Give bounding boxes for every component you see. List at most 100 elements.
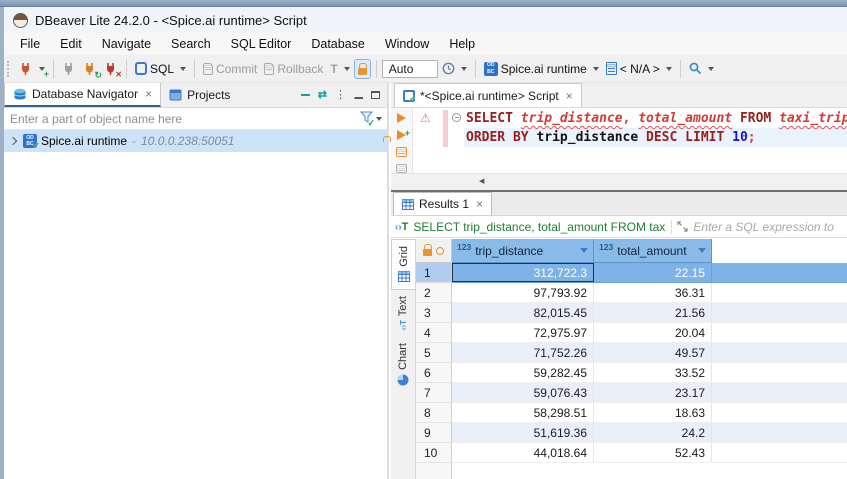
cell-total-amount[interactable]: 21.56 xyxy=(594,303,712,322)
execute-statement-button[interactable] xyxy=(397,113,406,123)
transaction-log-button[interactable]: T xyxy=(327,59,352,79)
cell-total-amount[interactable]: 18.63 xyxy=(594,403,712,422)
cell-trip-distance[interactable]: 51,619.36 xyxy=(452,423,594,442)
transaction-history-button[interactable] xyxy=(439,59,470,78)
menu-item-search[interactable]: Search xyxy=(161,34,221,54)
expand-filter-icon[interactable] xyxy=(677,221,688,232)
cell-trip-distance[interactable]: 82,015.45 xyxy=(452,303,594,322)
cell-trip-distance[interactable]: 97,793.92 xyxy=(452,283,594,302)
minimize-view-icon[interactable] xyxy=(354,92,363,99)
cell-trip-distance[interactable]: 71,752.26 xyxy=(452,343,594,362)
row-number-cell[interactable]: 4 xyxy=(416,323,452,343)
cell-trip-distance[interactable]: 59,282.45 xyxy=(452,363,594,382)
tree-item-connection[interactable]: OD BC Spice.ai runtime - 10.0.0.238:5005… xyxy=(4,130,387,152)
autocommit-toggle-button[interactable] xyxy=(354,59,371,79)
execute-new-tab-button[interactable]: + xyxy=(397,130,406,140)
plus-overlay-icon: + xyxy=(405,129,410,138)
folding-column xyxy=(450,108,464,173)
menu-item-help[interactable]: Help xyxy=(439,34,485,54)
cell-total-amount[interactable]: 24.2 xyxy=(594,423,712,442)
sql-file-icon xyxy=(403,90,415,102)
cell-trip-distance[interactable]: 44,018.64 xyxy=(452,443,594,462)
object-filter-input[interactable]: Enter a part of object name here ✓ xyxy=(4,108,387,130)
cell-total-amount[interactable]: 33.52 xyxy=(594,363,712,382)
new-connection-button[interactable]: + xyxy=(16,59,48,79)
collapse-all-icon[interactable] xyxy=(301,94,310,96)
link-editor-icon[interactable]: ⇄ xyxy=(318,90,327,101)
filter-funnel-button[interactable]: ✓ xyxy=(360,111,373,126)
connect-button[interactable] xyxy=(59,59,79,79)
cell-total-amount[interactable]: 22.15 xyxy=(594,263,712,282)
row-number-cell[interactable]: 2 xyxy=(416,283,452,303)
view-tab-grid[interactable]: Grid xyxy=(391,239,415,290)
tab-results-1[interactable]: Results 1 × xyxy=(393,192,492,215)
column-header-trip-distance[interactable]: 123 trip_distance xyxy=(452,239,594,263)
rollback-button[interactable]: Rollback xyxy=(261,59,326,79)
expander-chevron-icon[interactable] xyxy=(9,137,17,145)
row-number-cell[interactable]: 9 xyxy=(416,423,452,443)
search-button[interactable] xyxy=(686,59,717,78)
menu-item-navigate[interactable]: Navigate xyxy=(92,34,161,54)
cell-total-amount[interactable]: 23.17 xyxy=(594,383,712,402)
code-token: total_amount xyxy=(638,111,732,126)
tab-projects[interactable]: Projects xyxy=(161,83,238,107)
cell-total-amount[interactable]: 52.43 xyxy=(594,443,712,462)
database-navigator-icon xyxy=(13,88,27,101)
menu-item-sql-editor[interactable]: SQL Editor xyxy=(221,34,302,54)
menu-item-file[interactable]: File xyxy=(10,34,50,54)
close-icon[interactable]: × xyxy=(566,90,573,102)
cell-trip-distance[interactable]: 312,722.3 xyxy=(452,263,594,282)
connection-selector[interactable]: OD BC Spice.ai runtime xyxy=(481,59,602,79)
row-number-cell[interactable]: 1 xyxy=(416,263,452,283)
editor-horizontal-scrollbar[interactable]: ◀ xyxy=(391,173,847,188)
tab-label: Database Navigator xyxy=(32,87,138,101)
code-area[interactable]: SELECT trip_distance, total_amount FROM … xyxy=(464,108,847,173)
menu-item-edit[interactable]: Edit xyxy=(50,34,92,54)
grid-row: 759,076.4323.17 xyxy=(416,383,847,403)
execute-script-button[interactable] xyxy=(396,147,407,157)
cell-trip-distance[interactable]: 58,298.51 xyxy=(452,403,594,422)
menu-item-window[interactable]: Window xyxy=(375,34,439,54)
maximize-view-icon[interactable] xyxy=(371,91,380,99)
row-number-cell[interactable]: 5 xyxy=(416,343,452,363)
result-grid: 123 trip_distance 123 total_amount 1312,… xyxy=(416,239,847,479)
grid-corner-cell[interactable] xyxy=(416,239,452,263)
execute-script-disabled-button[interactable] xyxy=(396,164,407,174)
cell-total-amount[interactable]: 49.57 xyxy=(594,343,712,362)
view-menu-icon[interactable]: ⋮ xyxy=(335,90,346,101)
view-tab-chart[interactable]: Chart xyxy=(391,337,415,393)
reconnect-button[interactable]: ↻ xyxy=(80,59,100,79)
filter-expression-input[interactable]: Enter a SQL expression to xyxy=(693,220,847,234)
commit-button[interactable]: Commit xyxy=(200,59,260,79)
disconnect-button[interactable]: ✕ xyxy=(101,59,121,79)
cell-trip-distance[interactable]: 59,076.43 xyxy=(452,383,594,402)
column-header-total-amount[interactable]: 123 total_amount xyxy=(594,239,712,263)
sql-editor-button[interactable]: SQL xyxy=(132,59,189,79)
row-number-cell[interactable]: 3 xyxy=(416,303,452,323)
projects-icon xyxy=(169,89,182,101)
column-dropdown-icon[interactable] xyxy=(580,248,588,253)
fold-collapse-icon[interactable] xyxy=(452,113,461,122)
close-icon[interactable]: × xyxy=(476,198,483,210)
commit-mode-combo[interactable]: Auto xyxy=(382,60,438,78)
database-selector[interactable]: < N/A > xyxy=(603,59,675,79)
row-number-cell[interactable]: 10 xyxy=(416,443,452,463)
workbench: Database Navigator × Projects ⇄ ⋮ Enter … xyxy=(4,83,847,479)
row-number-cell[interactable]: 7 xyxy=(416,383,452,403)
tab-sql-script[interactable]: *<Spice.ai runtime> Script × xyxy=(394,83,582,107)
scroll-left-arrow-icon[interactable]: ◀ xyxy=(479,177,484,185)
row-number-cell[interactable]: 6 xyxy=(416,363,452,383)
tab-database-navigator[interactable]: Database Navigator × xyxy=(4,83,161,107)
view-tab-text[interactable]: Text ‹›T xyxy=(391,290,415,337)
filter-placeholder: Enter a part of object name here xyxy=(10,112,182,126)
menu-item-database[interactable]: Database xyxy=(301,34,375,54)
close-icon[interactable]: × xyxy=(145,88,152,100)
rollback-button-label: Rollback xyxy=(277,62,323,76)
cell-total-amount[interactable]: 36.31 xyxy=(594,283,712,302)
cell-total-amount[interactable]: 20.04 xyxy=(594,323,712,342)
editor-area: *<Spice.ai runtime> Script × + ⚠ xyxy=(391,83,847,479)
column-name: trip_distance xyxy=(475,244,576,258)
column-dropdown-icon[interactable] xyxy=(698,248,706,253)
row-number-cell[interactable]: 8 xyxy=(416,403,452,423)
cell-trip-distance[interactable]: 72,975.97 xyxy=(452,323,594,342)
